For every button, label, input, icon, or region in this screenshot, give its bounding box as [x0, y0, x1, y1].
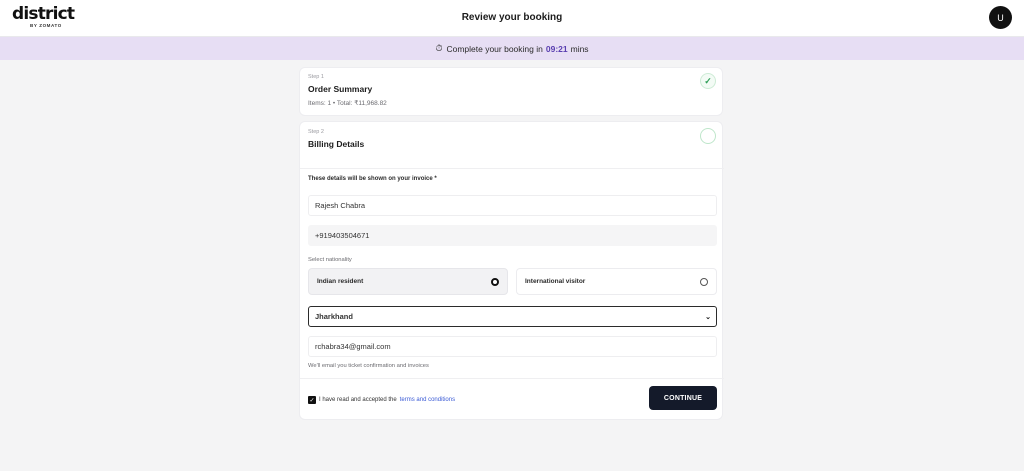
nationality-option-indian[interactable]: Indian resident: [308, 268, 508, 295]
step-label: Step 1: [308, 74, 324, 80]
order-summary-card[interactable]: Step 1 Order Summary Items: 1 • Total: ₹…: [299, 67, 723, 116]
nationality-label: Select nationality: [308, 257, 352, 263]
radio-unselected-icon: [700, 277, 708, 286]
continue-button[interactable]: CONTINUE: [649, 386, 717, 410]
step-title: Billing Details: [308, 139, 365, 149]
email-value: rchabra34@gmail.com: [315, 342, 391, 351]
name-field[interactable]: Rajesh Chabra: [308, 195, 717, 216]
divider: [300, 168, 724, 169]
user-avatar[interactable]: U: [989, 6, 1012, 29]
pending-step-icon: [700, 128, 716, 144]
terms-text: I have read and accepted the: [319, 397, 397, 403]
email-field[interactable]: rchabra34@gmail.com: [308, 336, 717, 357]
option-label: International visitor: [525, 278, 586, 285]
timer-suffix: mins: [570, 43, 589, 54]
step-label: Step 2: [308, 129, 324, 135]
logo-subtext: BY ZOMATO: [30, 23, 62, 28]
nationality-option-international[interactable]: International visitor: [516, 268, 717, 295]
top-bar: district BY ZOMATO Review your booking U: [0, 0, 1024, 37]
terms-checkbox[interactable]: ✓: [308, 396, 316, 404]
timer-countdown: 09:21: [545, 43, 568, 54]
option-label: Indian resident: [317, 278, 364, 285]
chevron-down-icon: ⌄: [705, 313, 711, 321]
timer-prefix: Complete your booking in: [446, 43, 543, 54]
billing-details-card: Step 2 Billing Details These details wil…: [299, 121, 724, 420]
state-value: Jharkhand: [315, 312, 353, 321]
terms-row: ✓ I have read and accepted the terms and…: [308, 396, 455, 404]
name-value: Rajesh Chabra: [315, 201, 366, 210]
phone-value: +919403504671: [315, 231, 370, 240]
phone-field: +919403504671: [308, 225, 717, 246]
terms-link[interactable]: terms and conditions: [400, 397, 455, 403]
step-title: Order Summary: [308, 84, 373, 94]
page-title: Review your booking: [461, 12, 563, 23]
stopwatch-icon: ⏱: [435, 43, 443, 53]
booking-timer-bar: ⏱ Complete your booking in 09:21 mins: [0, 37, 1024, 60]
email-hint: We'll email you ticket confirmation and …: [308, 363, 429, 369]
order-summary-meta: Items: 1 • Total: ₹11,968.82: [308, 100, 387, 107]
radio-selected-icon: [491, 277, 499, 286]
check-icon: ✓: [700, 73, 716, 89]
state-select[interactable]: Jharkhand ⌄: [308, 306, 717, 327]
divider: [300, 378, 724, 379]
invoice-note: These details will be shown on your invo…: [308, 176, 437, 182]
